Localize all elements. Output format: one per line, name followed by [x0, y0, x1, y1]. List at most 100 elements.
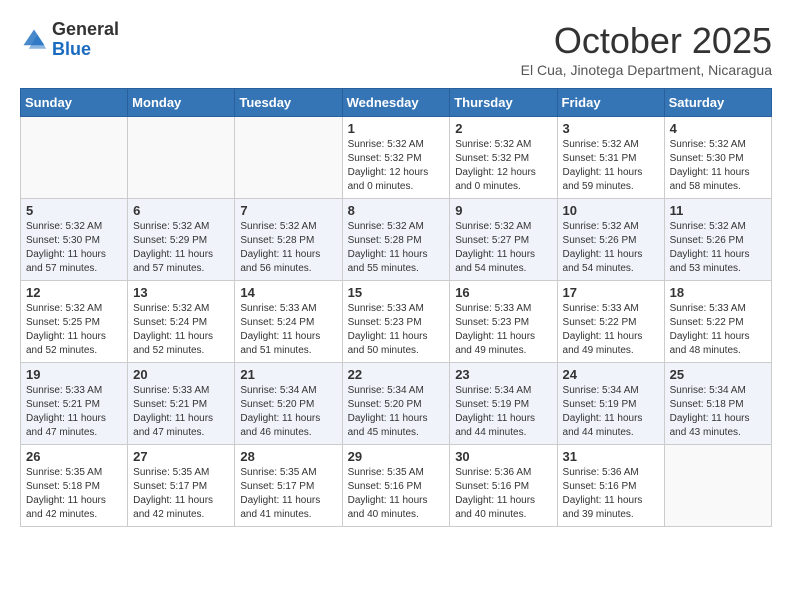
day-number: 31 [563, 449, 659, 464]
calendar-cell: 18 Sunrise: 5:33 AMSunset: 5:22 PMDayligh… [664, 281, 771, 363]
weekday-header-thursday: Thursday [450, 89, 557, 117]
day-info: Sunrise: 5:32 AMSunset: 5:31 PMDaylight:… [563, 138, 659, 194]
day-number: 14 [240, 285, 336, 300]
day-number: 27 [133, 449, 229, 464]
day-info: Sunrise: 5:33 AMSunset: 5:22 PMDaylight:… [563, 302, 659, 358]
calendar-week-row: 12Sunrise: 5:32 AMSunset: 5:25 PMDayligh… [21, 281, 772, 363]
calendar-cell: 5 Sunrise: 5:32 AMSunset: 5:30 PMDaylight… [21, 199, 128, 281]
calendar-table: SundayMondayTuesdayWednesdayThursdayFrid… [20, 88, 772, 527]
calendar-cell: 3Sunrise: 5:32 AMSunset: 5:31 PMDaylight… [557, 117, 664, 199]
day-info: Sunrise: 5:35 AMSunset: 5:17 PMDaylight:… [133, 466, 229, 522]
calendar-cell: 20Sunrise: 5:33 AMSunset: 5:21 PMDayligh… [128, 363, 235, 445]
calendar-cell: 1Sunrise: 5:32 AMSunset: 5:32 PMDaylight… [342, 117, 450, 199]
day-info: Sunrise: 5:32 AMSunset: 5:24 PMDaylight:… [133, 302, 229, 358]
day-info: Sunrise: 5:35 AMSunset: 5:17 PMDaylight:… [240, 466, 336, 522]
calendar-cell: 22 Sunrise: 5:34 AMSunset: 5:20 PMDayligh… [342, 363, 450, 445]
calendar-cell: 19Sunrise: 5:33 AMSunset: 5:21 PMDayligh… [21, 363, 128, 445]
logo-icon [20, 26, 48, 54]
calendar-cell: 21 Sunrise: 5:34 AMSunset: 5:20 PMDayligh… [235, 363, 342, 445]
calendar-cell: 27 Sunrise: 5:35 AMSunset: 5:17 PMDayligh… [128, 445, 235, 527]
calendar-cell: 25Sunrise: 5:34 AMSunset: 5:18 PMDayligh… [664, 363, 771, 445]
location-text: El Cua, Jinotega Department, Nicaragua [521, 62, 772, 78]
day-info: Sunrise: 5:32 AMSunset: 5:26 PMDaylight:… [670, 220, 766, 276]
day-number: 17 [563, 285, 659, 300]
day-info: Sunrise: 5:32 AMSunset: 5:30 PMDaylight:… [670, 138, 766, 194]
day-info: Sunrise: 5:34 AMSunset: 5:20 PMDaylight:… [240, 384, 336, 440]
day-info: Sunrise: 5:32 AMSunset: 5:28 PMDaylight:… [348, 220, 445, 276]
day-info: Sunrise: 5:32 AMSunset: 5:29 PMDaylight:… [133, 220, 229, 276]
day-info: Sunrise: 5:35 AMSunset: 5:18 PMDaylight:… [26, 466, 122, 522]
calendar-body: 1Sunrise: 5:32 AMSunset: 5:32 PMDaylight… [21, 117, 772, 527]
calendar-week-row: 5 Sunrise: 5:32 AMSunset: 5:30 PMDaylight… [21, 199, 772, 281]
day-info: Sunrise: 5:36 AMSunset: 5:16 PMDaylight:… [563, 466, 659, 522]
day-number: 22 [348, 367, 445, 382]
day-number: 15 [348, 285, 445, 300]
weekday-header-row: SundayMondayTuesdayWednesdayThursdayFrid… [21, 89, 772, 117]
day-number: 12 [26, 285, 122, 300]
calendar-cell: 13 Sunrise: 5:32 AMSunset: 5:24 PMDayligh… [128, 281, 235, 363]
day-info: Sunrise: 5:32 AMSunset: 5:30 PMDaylight:… [26, 220, 122, 276]
day-number: 4 [670, 121, 766, 136]
day-info: Sunrise: 5:32 AMSunset: 5:32 PMDaylight:… [348, 138, 445, 194]
day-info: Sunrise: 5:32 AMSunset: 5:27 PMDaylight:… [455, 220, 551, 276]
day-number: 8 [348, 203, 445, 218]
calendar-header: SundayMondayTuesdayWednesdayThursdayFrid… [21, 89, 772, 117]
day-info: Sunrise: 5:34 AMSunset: 5:19 PMDaylight:… [563, 384, 659, 440]
calendar-cell: 28 Sunrise: 5:35 AMSunset: 5:17 PMDayligh… [235, 445, 342, 527]
calendar-cell: 12Sunrise: 5:32 AMSunset: 5:25 PMDayligh… [21, 281, 128, 363]
logo-blue-text: Blue [52, 40, 119, 60]
day-info: Sunrise: 5:33 AMSunset: 5:21 PMDaylight:… [26, 384, 122, 440]
day-info: Sunrise: 5:32 AMSunset: 5:26 PMDaylight:… [563, 220, 659, 276]
calendar-cell: 2Sunrise: 5:32 AMSunset: 5:32 PMDaylight… [450, 117, 557, 199]
calendar-cell: 23 Sunrise: 5:34 AMSunset: 5:19 PMDayligh… [450, 363, 557, 445]
title-block: October 2025 El Cua, Jinotega Department… [521, 20, 772, 78]
day-number: 24 [563, 367, 659, 382]
calendar-cell: 4 Sunrise: 5:32 AMSunset: 5:30 PMDaylight… [664, 117, 771, 199]
calendar-cell: 24 Sunrise: 5:34 AMSunset: 5:19 PMDayligh… [557, 363, 664, 445]
weekday-header-sunday: Sunday [21, 89, 128, 117]
day-number: 23 [455, 367, 551, 382]
day-number: 10 [563, 203, 659, 218]
day-number: 29 [348, 449, 445, 464]
calendar-cell: 16 Sunrise: 5:33 AMSunset: 5:23 PMDayligh… [450, 281, 557, 363]
calendar-cell [664, 445, 771, 527]
day-number: 5 [26, 203, 122, 218]
weekday-header-tuesday: Tuesday [235, 89, 342, 117]
day-number: 26 [26, 449, 122, 464]
day-info: Sunrise: 5:33 AMSunset: 5:23 PMDaylight:… [348, 302, 445, 358]
day-number: 25 [670, 367, 766, 382]
day-number: 16 [455, 285, 551, 300]
day-number: 30 [455, 449, 551, 464]
logo: General Blue [20, 20, 119, 60]
day-number: 11 [670, 203, 766, 218]
day-info: Sunrise: 5:33 AMSunset: 5:24 PMDaylight:… [240, 302, 336, 358]
day-number: 20 [133, 367, 229, 382]
weekday-header-friday: Friday [557, 89, 664, 117]
day-number: 9 [455, 203, 551, 218]
calendar-cell [21, 117, 128, 199]
calendar-cell: 10 Sunrise: 5:32 AMSunset: 5:26 PMDayligh… [557, 199, 664, 281]
calendar-cell: 8 Sunrise: 5:32 AMSunset: 5:28 PMDaylight… [342, 199, 450, 281]
calendar-cell: 9 Sunrise: 5:32 AMSunset: 5:27 PMDaylight… [450, 199, 557, 281]
day-info: Sunrise: 5:33 AMSunset: 5:23 PMDaylight:… [455, 302, 551, 358]
day-info: Sunrise: 5:34 AMSunset: 5:20 PMDaylight:… [348, 384, 445, 440]
day-info: Sunrise: 5:34 AMSunset: 5:19 PMDaylight:… [455, 384, 551, 440]
day-number: 28 [240, 449, 336, 464]
calendar-cell: 30 Sunrise: 5:36 AMSunset: 5:16 PMDayligh… [450, 445, 557, 527]
calendar-week-row: 19Sunrise: 5:33 AMSunset: 5:21 PMDayligh… [21, 363, 772, 445]
calendar-cell: 15 Sunrise: 5:33 AMSunset: 5:23 PMDayligh… [342, 281, 450, 363]
day-number: 6 [133, 203, 229, 218]
day-number: 21 [240, 367, 336, 382]
calendar-cell: 29 Sunrise: 5:35 AMSunset: 5:16 PMDayligh… [342, 445, 450, 527]
day-number: 13 [133, 285, 229, 300]
day-info: Sunrise: 5:35 AMSunset: 5:16 PMDaylight:… [348, 466, 445, 522]
day-info: Sunrise: 5:36 AMSunset: 5:16 PMDaylight:… [455, 466, 551, 522]
day-number: 7 [240, 203, 336, 218]
calendar-cell [128, 117, 235, 199]
calendar-cell: 11 Sunrise: 5:32 AMSunset: 5:26 PMDayligh… [664, 199, 771, 281]
calendar-week-row: 26 Sunrise: 5:35 AMSunset: 5:18 PMDayligh… [21, 445, 772, 527]
weekday-header-saturday: Saturday [664, 89, 771, 117]
calendar-cell: 17 Sunrise: 5:33 AMSunset: 5:22 PMDayligh… [557, 281, 664, 363]
day-number: 18 [670, 285, 766, 300]
day-info: Sunrise: 5:33 AMSunset: 5:22 PMDaylight:… [670, 302, 766, 358]
